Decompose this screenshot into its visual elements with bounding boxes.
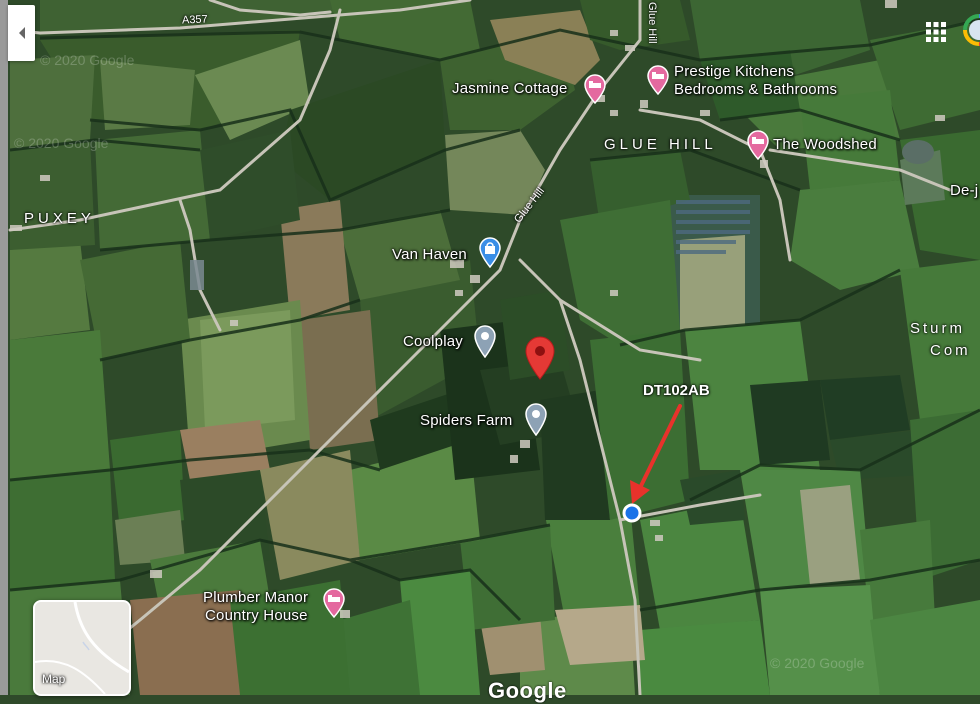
- area-label-com: Com: [930, 342, 971, 359]
- map-watermark: © 2020 Google: [770, 655, 865, 671]
- poi-label-prestige-kitchens-2[interactable]: Bedrooms & Bathrooms: [674, 81, 837, 99]
- poi-label-coolplay[interactable]: Coolplay: [403, 333, 463, 351]
- apps-grid-icon[interactable]: [925, 21, 947, 43]
- area-label-puxey: PUXEY: [24, 210, 95, 227]
- area-label-de-j: De-j: [950, 182, 979, 199]
- area-label-glue-hill: GLUE HILL: [604, 136, 717, 153]
- poi-label-prestige-kitchens-1[interactable]: Prestige Kitchens: [674, 63, 794, 81]
- area-label-sturm: Sturm: [910, 320, 966, 337]
- poi-label-plumber-manor-1[interactable]: Plumber Manor: [203, 589, 308, 607]
- map-layer-toggle-button[interactable]: Map: [33, 600, 131, 696]
- poi-label-van-haven[interactable]: Van Haven: [392, 246, 467, 264]
- poi-label-plumber-manor-2[interactable]: Country House: [205, 607, 308, 625]
- pond: [902, 140, 934, 164]
- google-logo: Google: [488, 678, 567, 703]
- lodging-bed-icon[interactable]: [583, 74, 607, 104]
- poi-label-the-woodshed[interactable]: The Woodshed: [773, 136, 877, 154]
- map-watermark: © 2020 Google: [14, 135, 109, 151]
- lodging-bed-icon[interactable]: [322, 588, 346, 618]
- selected-location-pin-icon[interactable]: [524, 336, 556, 380]
- map-layer-label: Map: [42, 672, 66, 686]
- poi-label-spiders-farm[interactable]: Spiders Farm: [420, 412, 512, 430]
- postcode-annotation-label: DT102AB: [643, 382, 710, 399]
- shopping-bag-icon[interactable]: [478, 236, 502, 268]
- map-pin-gray-icon[interactable]: [524, 402, 548, 436]
- road-label-a357: A357: [181, 13, 208, 27]
- left-panel-edge: [0, 0, 8, 695]
- map-pin-gray-icon[interactable]: [473, 324, 497, 358]
- lodging-bed-icon[interactable]: [646, 65, 670, 95]
- collapse-side-panel-button[interactable]: [8, 5, 35, 61]
- map-watermark: © 2020 Google: [40, 52, 135, 68]
- annotation-arrow-icon: [630, 404, 682, 504]
- road-label-glue-hill-north: Glue Hill: [646, 2, 658, 44]
- account-avatar-icon[interactable]: [961, 12, 980, 48]
- poi-label-jasmine-cottage[interactable]: Jasmine Cottage: [452, 80, 568, 98]
- lodging-bed-icon[interactable]: [746, 130, 770, 160]
- current-location-dot-icon[interactable]: [622, 503, 642, 523]
- chevron-left-icon: [18, 27, 25, 39]
